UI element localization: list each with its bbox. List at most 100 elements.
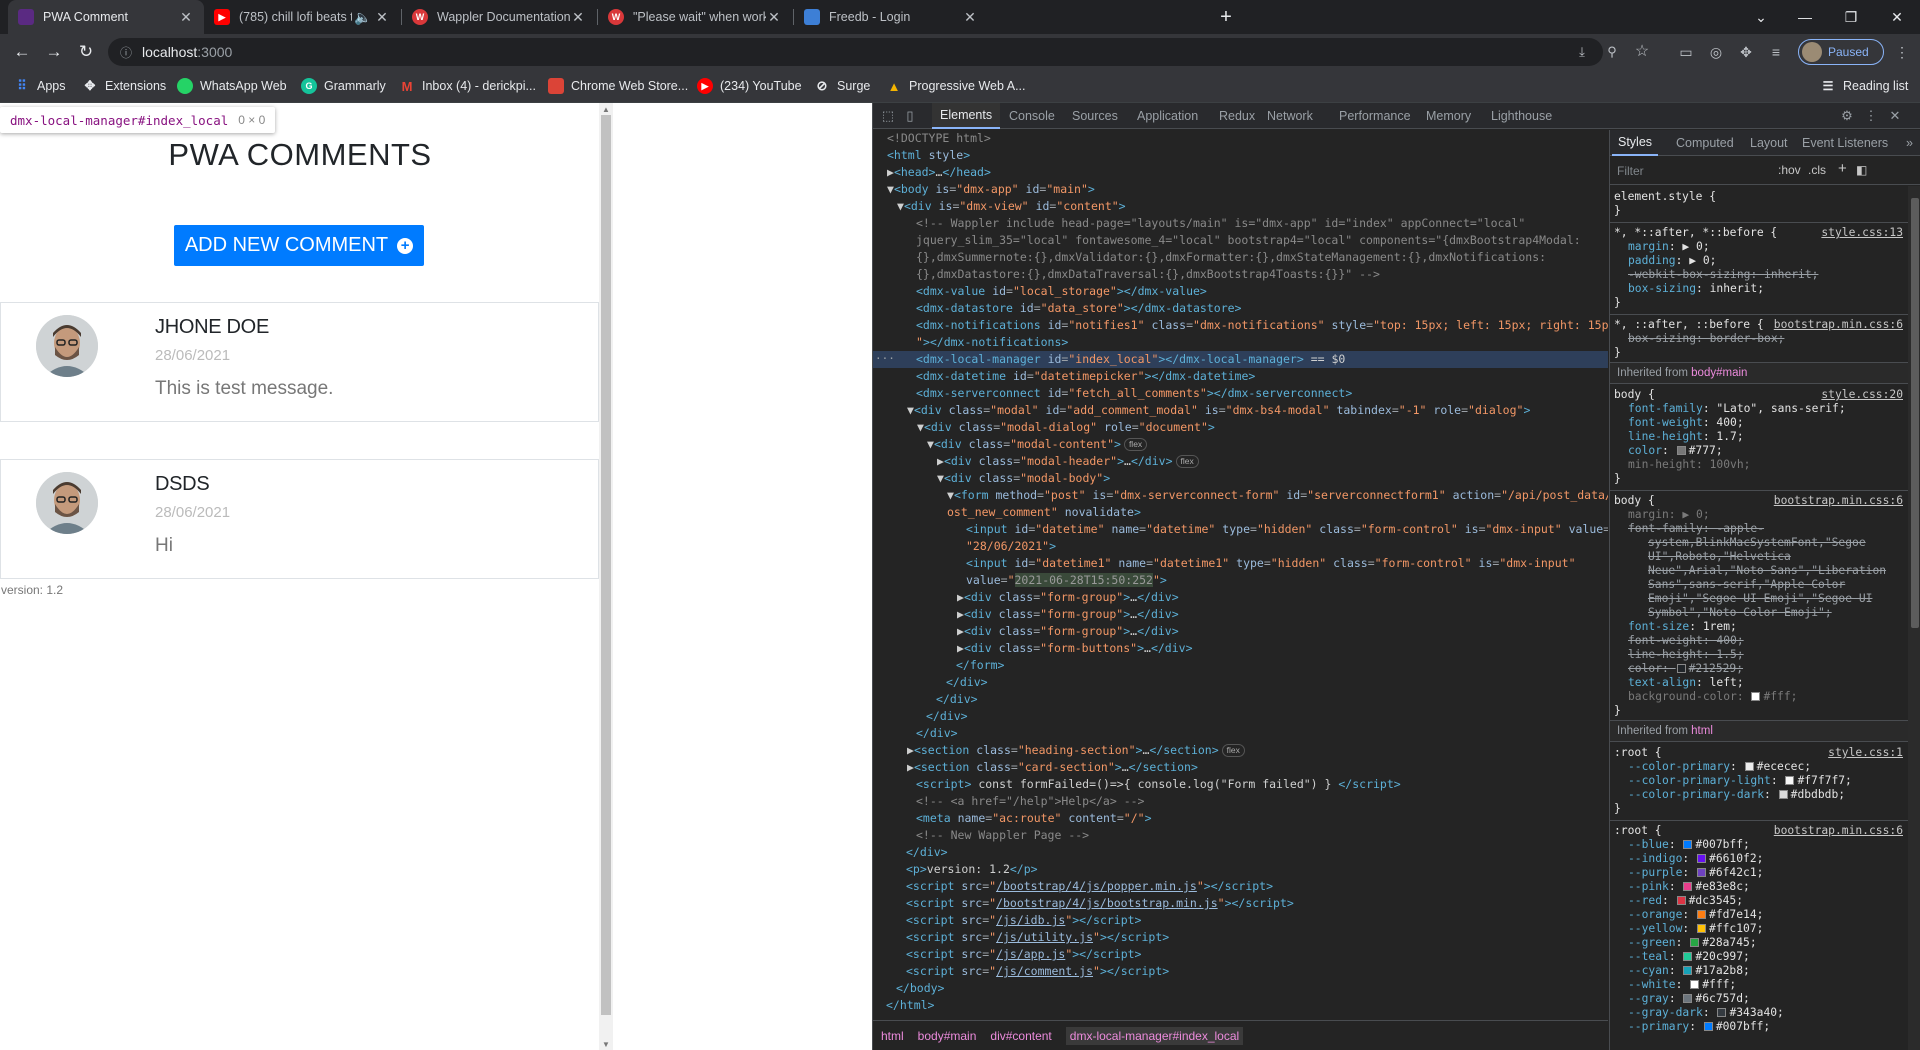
dom-line[interactable]: ▶<div class="form-buttons">…</div> <box>873 640 1608 657</box>
tab-application[interactable]: Application <box>1129 103 1206 129</box>
close-tab-icon[interactable]: ✕ <box>962 9 978 26</box>
dom-line[interactable]: ▼<body is="dmx-app" id="main"> <box>873 181 1608 198</box>
dom-line[interactable]: ▶<div class="form-group">…</div> <box>873 623 1608 640</box>
dom-line[interactable]: value="2021-06-28T15:50:252"> <box>873 572 1608 589</box>
dom-line[interactable]: <script> const formFailed=()=>{ console.… <box>873 776 1608 793</box>
dom-line[interactable]: <!-- <a href="/help">Help</a> --> <box>873 793 1608 810</box>
dom-line[interactable]: ost_new_comment" novalidate> <box>873 504 1608 521</box>
tab-performance[interactable]: Performance <box>1331 103 1419 129</box>
dom-line[interactable]: <dmx-serverconnect id="fetch_all_comment… <box>873 385 1608 402</box>
profile-button[interactable]: Paused <box>1798 39 1884 65</box>
dom-line[interactable]: ▶<section class="heading-section">…</sec… <box>873 742 1608 759</box>
dom-line[interactable]: <script src="/js/utility.js"></script> <box>873 929 1608 946</box>
styles-filter[interactable]: Filter :hov .cls + ◧ <box>1610 157 1920 185</box>
hov-toggle[interactable]: :hov <box>1778 163 1801 177</box>
restore-icon[interactable]: ❐ <box>1828 0 1874 34</box>
dom-line[interactable]: <dmx-value id="local_storage"></dmx-valu… <box>873 283 1608 300</box>
tab-freedb[interactable]: Freedb - Login ✕ <box>794 0 988 34</box>
tab-memory[interactable]: Memory <box>1418 103 1479 129</box>
close-tab-icon[interactable]: ✕ <box>570 9 586 26</box>
dom-line[interactable]: <p>version: 1.2</p> <box>873 861 1608 878</box>
dom-line[interactable]: ▶<div class="form-group">…</div> <box>873 589 1608 606</box>
breadcrumb-item-current[interactable]: dmx-local-manager#index_local <box>1065 1026 1244 1045</box>
cls-toggle[interactable]: .cls <box>1808 163 1826 177</box>
bookmark-youtube[interactable]: ▶ (234) YouTube <box>697 76 802 96</box>
breadcrumb-item[interactable]: html <box>881 1029 904 1043</box>
tab-please-wait[interactable]: W "Please wait" when working with ✕ <box>598 0 792 34</box>
close-tab-icon[interactable]: ✕ <box>178 9 194 26</box>
dom-line[interactable]: ▶<head>…</head> <box>873 164 1608 181</box>
tab-elements[interactable]: Elements <box>932 103 1001 129</box>
address-bar[interactable]: ⓘ localhost:3000 ⤓ ⚲ ☆ <box>108 38 1649 66</box>
bookmark-extensions[interactable]: ✥ Extensions <box>82 76 167 96</box>
dom-line[interactable]: ▶<div class="modal-header">…</div> flex <box>873 453 1608 470</box>
scroll-down-icon[interactable]: ▼ <box>602 1040 610 1049</box>
mute-icon[interactable]: 🔈 <box>352 9 374 26</box>
install-app-icon[interactable]: ⤓ <box>1570 42 1594 62</box>
back-icon[interactable]: ← <box>10 40 34 64</box>
tab-computed[interactable]: Computed <box>1670 130 1740 156</box>
scrollbar-thumb[interactable] <box>1911 198 1919 628</box>
dom-line[interactable]: </div> <box>873 725 1608 742</box>
breadcrumb-item[interactable]: body#main <box>918 1029 977 1043</box>
dom-line[interactable]: <meta name="ac:route" content="/"> <box>873 810 1608 827</box>
more-tabs-icon[interactable]: » <box>1900 130 1919 156</box>
tab-lighthouse[interactable]: Lighthouse <box>1483 103 1560 129</box>
bookmark-apps[interactable]: ⠿ Apps <box>14 76 65 96</box>
tab-pwa-comment[interactable]: PWA Comment ✕ <box>8 0 204 34</box>
dom-line-selected[interactable]: <dmx-local-manager id="index_local"></dm… <box>873 351 1608 368</box>
dom-line[interactable]: <!-- Wappler include head-page="layouts/… <box>873 215 1608 232</box>
dom-line[interactable]: <script src="/bootstrap/4/js/popper.min.… <box>873 878 1608 895</box>
styles-rules[interactable]: element.style { } *, *::after, *::before… <box>1610 186 1908 1050</box>
dom-line[interactable]: </div> <box>873 674 1608 691</box>
bookmark-star-icon[interactable]: ☆ <box>1630 41 1654 61</box>
tab-sources[interactable]: Sources <box>1064 103 1126 129</box>
dom-line[interactable]: ▼<div class="modal" id="add_comment_moda… <box>873 402 1608 419</box>
menu-kebab-icon[interactable]: ⋮ <box>1890 40 1914 64</box>
dom-line[interactable]: <input id="datetime" name="datetime" typ… <box>873 521 1608 538</box>
settings-gear-icon[interactable]: ⚙ <box>1838 107 1856 125</box>
dom-line[interactable]: </div> <box>873 691 1608 708</box>
dom-line[interactable]: <!DOCTYPE html> <box>873 130 1608 147</box>
breadcrumb-item[interactable]: div#content <box>990 1029 1051 1043</box>
scrollbar-thumb[interactable] <box>601 115 611 1015</box>
dom-line[interactable]: <script src="/js/app.js"></script> <box>873 946 1608 963</box>
dom-line[interactable]: ▶<section class="card-section">…</sectio… <box>873 759 1608 776</box>
close-tab-icon[interactable]: ✕ <box>766 9 782 26</box>
dom-line[interactable]: "28/06/2021"> <box>873 538 1608 555</box>
extension-ext-icon[interactable]: ▭ <box>1674 40 1698 64</box>
dom-line[interactable]: <script src="/js/comment.js"></script> <box>873 963 1608 980</box>
tab-redux[interactable]: Redux <box>1211 103 1263 129</box>
dom-tree[interactable]: <!DOCTYPE html> <html style> ▶<head>…</h… <box>873 130 1608 1020</box>
dom-line[interactable]: </div> <box>873 708 1608 725</box>
bookmark-chrome-web-store[interactable]: Chrome Web Store... <box>548 76 688 96</box>
devtools-menu-icon[interactable]: ⋮ <box>1862 107 1880 125</box>
dom-line[interactable]: ▶<div class="form-group">…</div> <box>873 606 1608 623</box>
add-new-comment-button[interactable]: ADD NEW COMMENT + <box>174 225 424 266</box>
new-rule-icon[interactable]: + <box>1838 160 1847 177</box>
tab-styles[interactable]: Styles <box>1612 130 1659 156</box>
dom-line[interactable]: <!-- New Wappler Page --> <box>873 827 1608 844</box>
bookmark-whatsapp[interactable]: WhatsApp Web <box>177 76 287 96</box>
dom-ellipsis-icon[interactable]: ··· <box>875 351 895 368</box>
tab-lofi[interactable]: ▶ (785) chill lofi beats to code/ 🔈 ✕ <box>204 0 400 34</box>
dom-line[interactable]: ▼<div class="modal-body"> <box>873 470 1608 487</box>
inherited-element[interactable]: html <box>1691 725 1713 737</box>
dom-line[interactable]: <html style> <box>873 147 1608 164</box>
dom-line[interactable]: "></dmx-notifications> <box>873 334 1608 351</box>
inherited-element[interactable]: body#main <box>1691 367 1747 379</box>
dom-line[interactable]: </form> <box>873 657 1608 674</box>
bookmark-surge[interactable]: ⊘ Surge <box>814 76 871 96</box>
dom-line[interactable]: ▼<form method="post" is="dmx-serverconne… <box>873 487 1608 504</box>
inspect-element-icon[interactable]: ⬚ <box>879 107 897 125</box>
page-scrollbar[interactable]: ▲ ▼ <box>599 103 613 1050</box>
zoom-icon[interactable]: ⚲ <box>1600 42 1624 62</box>
bookmark-grammarly[interactable]: G Grammarly <box>301 76 386 96</box>
dom-line[interactable]: ▼<div class="modal-dialog" role="documen… <box>873 419 1608 436</box>
dom-line[interactable]: <dmx-datetime id="datetimepicker"></dmx-… <box>873 368 1608 385</box>
media-control-icon[interactable]: ≡ <box>1764 40 1788 64</box>
dom-line[interactable]: <dmx-notifications id="notifies1" class=… <box>873 317 1608 334</box>
tab-search-icon[interactable]: ⌄ <box>1738 0 1784 34</box>
dom-line[interactable]: </html> <box>873 997 1608 1014</box>
tab-console[interactable]: Console <box>1001 103 1063 129</box>
